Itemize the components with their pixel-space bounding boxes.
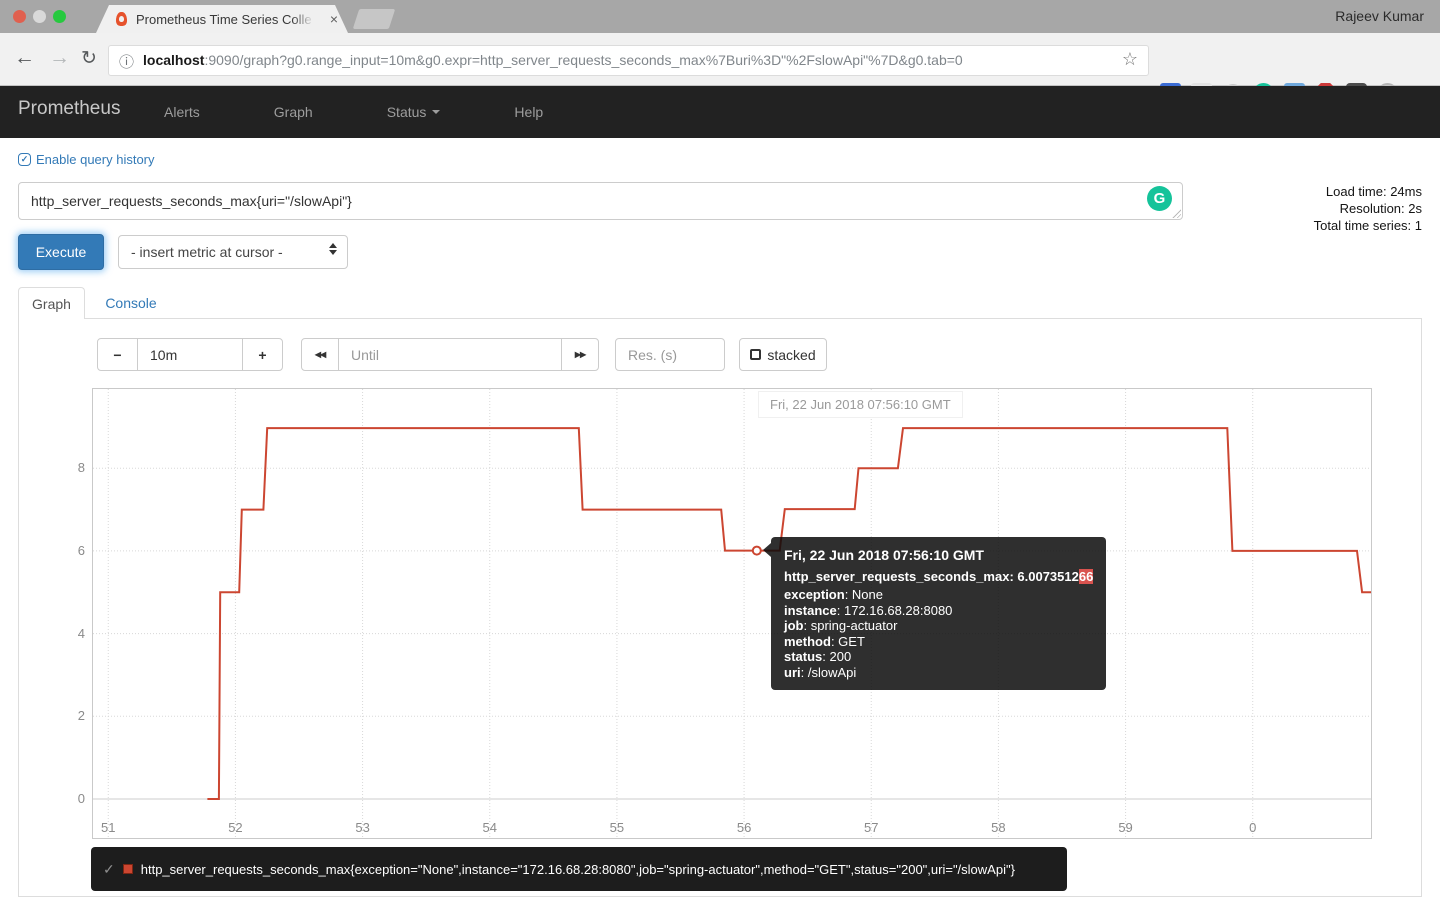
- hover-point-marker: [753, 547, 761, 555]
- query-expression-input[interactable]: http_server_requests_seconds_max{uri="/s…: [18, 182, 1183, 220]
- bookmark-star-icon[interactable]: ☆: [1122, 49, 1138, 70]
- tab-title: Prometheus Time Series Collec: [136, 12, 312, 29]
- legend-series-text: http_server_requests_seconds_max{excepti…: [141, 862, 1015, 877]
- url-path: :9090/graph?g0.range_input=10m&g0.expr=h…: [204, 52, 962, 68]
- resolution-input[interactable]: Res. (s): [615, 338, 725, 371]
- x-axis-tick-label: 55: [597, 820, 637, 835]
- x-axis-tick-label: 59: [1106, 820, 1146, 835]
- y-axis-tick-label: 2: [55, 708, 85, 723]
- tooltip-label-row: job: spring-actuator: [784, 618, 1093, 634]
- x-axis-tick-label: 53: [343, 820, 383, 835]
- url-bar[interactable]: ⓘ localhost:9090/graph?g0.range_input=10…: [108, 45, 1149, 76]
- chart-tooltip: Fri, 22 Jun 2018 07:56:10 GMT http_serve…: [771, 537, 1106, 690]
- x-axis-tick-label: 57: [851, 820, 891, 835]
- chevron-down-icon: [432, 110, 440, 114]
- tooltip-label-row: method: GET: [784, 634, 1093, 650]
- range-increase-button[interactable]: +: [242, 338, 283, 371]
- tooltip-label-row: status: 200: [784, 649, 1093, 665]
- minimize-window-button[interactable]: [33, 10, 46, 23]
- graph-panel: − 10m + ◀◀ Until ▶▶ Res. (s) stacked Fri…: [18, 318, 1422, 897]
- range-input[interactable]: 10m: [137, 338, 243, 371]
- reload-icon[interactable]: ↻: [81, 45, 97, 73]
- tooltip-label-row: instance: 172.16.68.28:8080: [784, 603, 1093, 619]
- prometheus-favicon-icon: [116, 12, 127, 26]
- prometheus-navbar: Prometheus Alerts Graph Status Help: [0, 86, 1440, 138]
- navbar-item-label: Graph: [274, 104, 313, 120]
- browser-toolbar: ← → ↻ ⓘ localhost:9090/graph?g0.range_in…: [0, 33, 1440, 86]
- x-axis-tick-label: 51: [88, 820, 128, 835]
- navbar-item-label: Status: [387, 104, 427, 120]
- hover-date-label: Fri, 22 Jun 2018 07:56:10 GMT: [758, 391, 963, 418]
- query-stats: Load time: 24msResolution: 2sTotal time …: [1314, 183, 1422, 234]
- tab-close-icon[interactable]: ×: [330, 11, 338, 27]
- close-window-button[interactable]: [13, 10, 26, 23]
- y-axis-tick-label: 8: [55, 460, 85, 475]
- stacked-checkbox-icon[interactable]: [750, 349, 761, 360]
- x-axis-tick-label: 54: [470, 820, 510, 835]
- query-stat-line: Load time: 24ms: [1314, 183, 1422, 200]
- legend-color-swatch: [123, 864, 133, 874]
- x-axis-tick-label: 0: [1233, 820, 1273, 835]
- browser-tabstrip: Prometheus Time Series Collec × Rajeev K…: [0, 0, 1440, 33]
- tab-graph[interactable]: Graph: [18, 287, 85, 319]
- tooltip-label-row: exception: None: [784, 587, 1093, 603]
- tooltip-label-row: uri: /slowApi: [784, 665, 1093, 681]
- navbar-item-label: Alerts: [164, 104, 200, 120]
- grammarly-badge-icon[interactable]: G: [1147, 186, 1172, 211]
- until-input[interactable]: Until: [338, 338, 562, 371]
- back-icon[interactable]: ←: [14, 44, 35, 72]
- x-axis-tick-label: 52: [215, 820, 255, 835]
- select-arrows-icon: [329, 243, 337, 255]
- time-forward-button[interactable]: ▶▶: [561, 338, 599, 371]
- enable-query-history-label: Enable query history: [36, 152, 155, 167]
- y-axis-tick-label: 4: [55, 626, 85, 641]
- execute-button[interactable]: Execute: [18, 234, 104, 270]
- legend-check-icon: ✓: [103, 861, 115, 878]
- chart-canvas[interactable]: [93, 389, 1371, 838]
- range-decrease-button[interactable]: −: [97, 338, 138, 371]
- browser-profile-name[interactable]: Rajeev Kumar: [1335, 8, 1424, 24]
- screen: Prometheus Time Series Collec × Rajeev K…: [0, 0, 1440, 900]
- series-legend-row[interactable]: ✓ http_server_requests_seconds_max{excep…: [91, 847, 1067, 891]
- navbar-items: Alerts Graph Status Help: [145, 86, 598, 138]
- url-host: localhost: [143, 52, 204, 68]
- navbar-item-alerts[interactable]: Alerts: [145, 104, 219, 120]
- tab-console[interactable]: Console: [92, 287, 170, 319]
- y-axis-tick-label: 0: [55, 791, 85, 806]
- new-tab-button[interactable]: [353, 9, 395, 29]
- tooltip-label-rows: exception: Noneinstance: 172.16.68.28:80…: [784, 587, 1093, 680]
- prometheus-brand[interactable]: Prometheus: [18, 98, 120, 120]
- query-history-check-icon: ✓: [18, 153, 31, 166]
- stacked-label: stacked: [767, 347, 815, 363]
- navbar-item-graph[interactable]: Graph: [255, 104, 332, 120]
- stacked-toggle[interactable]: stacked: [739, 338, 827, 371]
- time-series-chart[interactable]: Fri, 22 Jun 2018 07:56:10 GMT Fri, 22 Ju…: [92, 388, 1372, 839]
- navbar-item-status[interactable]: Status: [368, 104, 460, 120]
- tooltip-title: Fri, 22 Jun 2018 07:56:10 GMT: [784, 547, 1093, 563]
- time-back-button[interactable]: ◀◀: [301, 338, 339, 371]
- enable-query-history-link[interactable]: ✓ Enable query history: [18, 152, 155, 167]
- browser-tab[interactable]: Prometheus Time Series Collec ×: [96, 5, 348, 33]
- x-axis-tick-label: 56: [724, 820, 764, 835]
- tooltip-metric-line: http_server_requests_seconds_max: 6.0073…: [784, 569, 1093, 584]
- insert-metric-label: - insert metric at cursor -: [131, 244, 283, 260]
- query-stat-line: Resolution: 2s: [1314, 200, 1422, 217]
- url-text[interactable]: localhost:9090/graph?g0.range_input=10m&…: [143, 52, 1123, 68]
- navbar-item-label: Help: [514, 104, 543, 120]
- insert-metric-select[interactable]: - insert metric at cursor -: [118, 235, 348, 269]
- fullscreen-window-button[interactable]: [53, 10, 66, 23]
- query-stat-line: Total time series: 1: [1314, 217, 1422, 234]
- navbar-item-help[interactable]: Help: [495, 104, 562, 120]
- x-axis-tick-label: 58: [978, 820, 1018, 835]
- tab-title-fade: [292, 12, 314, 29]
- tooltip-arrow: [763, 543, 771, 557]
- y-axis-tick-label: 6: [55, 543, 85, 558]
- site-info-icon[interactable]: ⓘ: [119, 51, 134, 72]
- forward-icon: →: [49, 44, 70, 72]
